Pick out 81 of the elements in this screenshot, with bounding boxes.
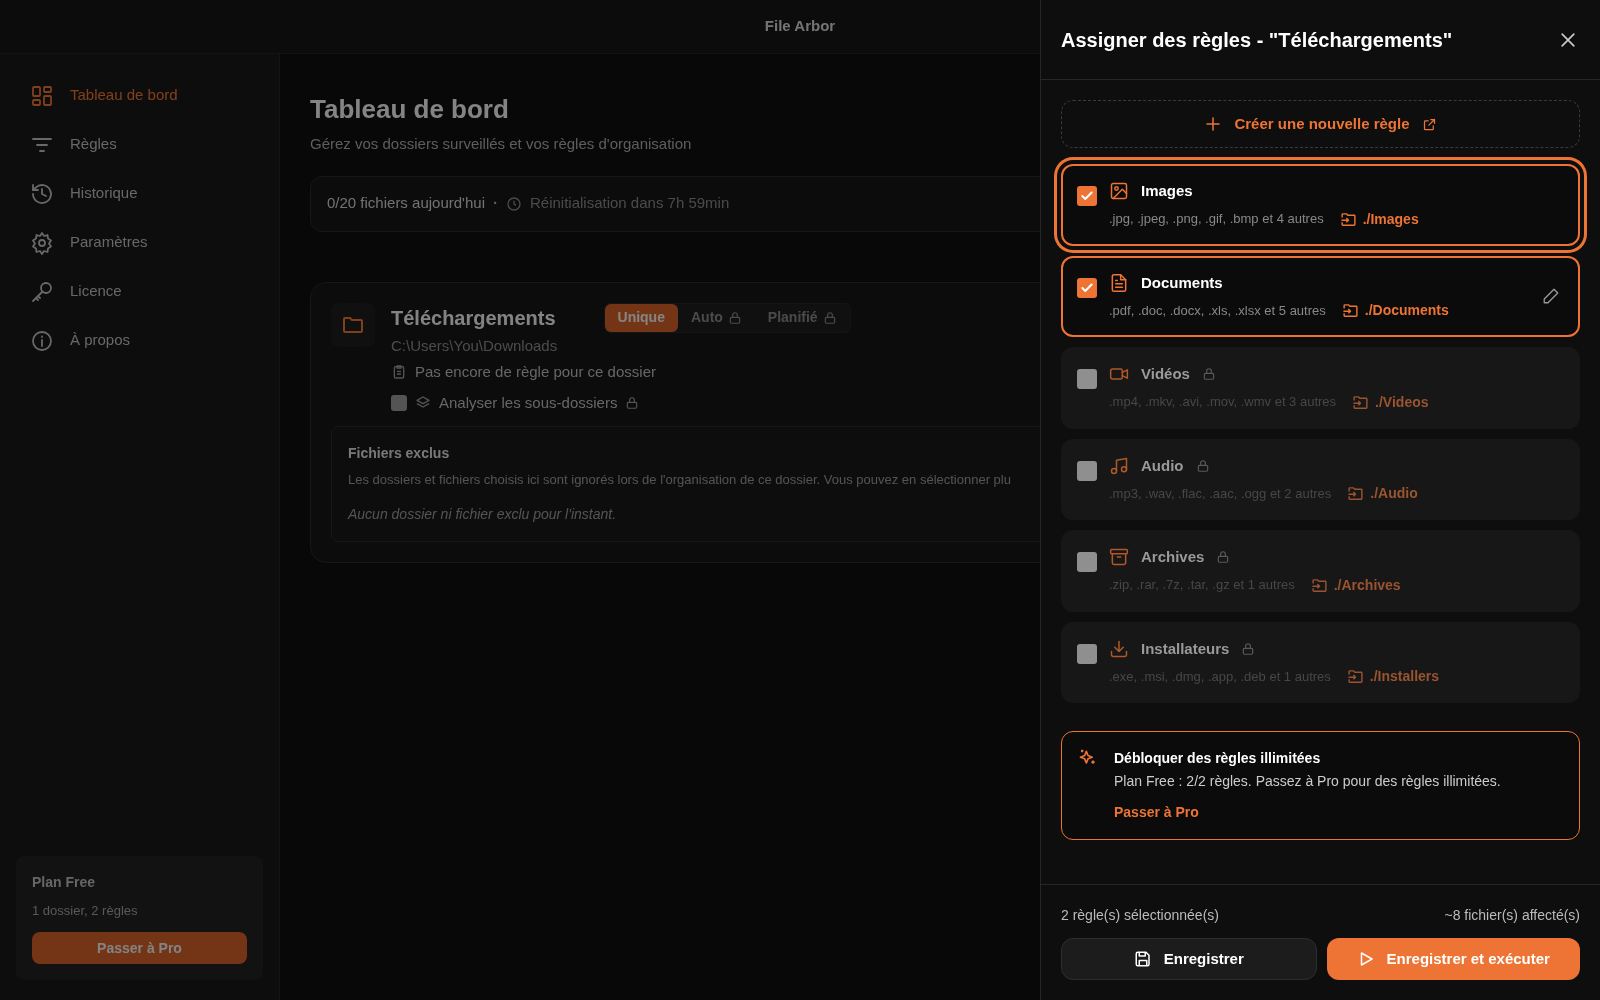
page-title: Tableau de bord — [310, 93, 510, 126]
folder-input-icon — [1310, 576, 1328, 594]
rule-destination: ./Videos — [1375, 392, 1429, 412]
rules-note: Pas encore de règle pour ce dossier — [415, 362, 656, 382]
rule-destination: ./Archives — [1333, 575, 1401, 595]
mode-tab[interactable]: Planifié — [754, 303, 850, 332]
plus-icon — [1204, 115, 1223, 133]
folder-input-icon — [1352, 393, 1370, 411]
sidebar-item[interactable]: Historique — [16, 172, 263, 215]
rule-extensions: .pdf, .doc, .docx, .xls, .xlsx et 5 autres — [1109, 301, 1326, 320]
selected-count: 2 règle(s) sélectionnée(s) — [1061, 906, 1219, 925]
rule-name: Documents — [1141, 272, 1223, 293]
grid-icon — [30, 83, 54, 108]
upgrade-button[interactable]: Passer à Pro — [32, 932, 247, 964]
sidebar-item[interactable]: Règles — [16, 123, 263, 166]
folder-icon — [331, 302, 375, 347]
files-today: 0/20 fichiers aujourd'hui — [327, 193, 485, 214]
upsell-title: Débloquer des règles illimitées — [1114, 749, 1322, 768]
rule-name: Images — [1141, 181, 1193, 201]
upgrade-link[interactable]: Passer à Pro — [1114, 802, 1199, 823]
info-icon — [30, 328, 54, 353]
reset-timer: Réinitialisation dans 7h 59min — [529, 193, 730, 214]
plan-title: Plan Free — [32, 872, 97, 892]
folder-name: Téléchargements — [391, 305, 556, 331]
rule-name: Installateurs — [1141, 638, 1230, 659]
rule-name: Vidéos — [1141, 364, 1190, 384]
rule-name: Audio — [1141, 455, 1184, 476]
clipboard-icon — [391, 364, 407, 381]
create-rule-button[interactable]: Créer une nouvelle règle — [1061, 100, 1580, 148]
mode-tab[interactable]: Unique — [604, 303, 678, 332]
sidebar-item[interactable]: Paramètres — [16, 221, 263, 264]
folder-input-icon — [1339, 210, 1357, 228]
rule-destination: ./Audio — [1370, 484, 1418, 503]
separator: · — [492, 193, 498, 214]
excluded-empty-note: Aucun dossier ni fichier exclu pour l'instant. — [348, 504, 617, 524]
app-title: File Arbor — [764, 16, 836, 37]
rule-checkbox[interactable] — [1077, 460, 1097, 481]
save-button[interactable]: Enregistrer — [1061, 938, 1317, 980]
key-icon — [30, 279, 54, 304]
subfolders-checkbox[interactable] — [391, 394, 407, 411]
rule-checkbox[interactable] — [1077, 186, 1097, 206]
download-icon — [1109, 638, 1129, 659]
plan-details: 1 dossier, 2 règles — [32, 901, 139, 920]
rule-card[interactable]: Documents .pdf, .doc, .docx, .xls, .xlsx et 5 autres ./Documents — [1061, 255, 1580, 337]
excluded-title: Fichiers exclus — [348, 444, 451, 463]
mode-tab[interactable]: Auto — [677, 303, 755, 332]
sidebar-item[interactable]: Licence — [16, 270, 263, 313]
rule-name: Archives — [1141, 547, 1205, 567]
checkmark-icon — [1080, 189, 1094, 203]
sidebar-item[interactable]: Tableau de bord — [16, 74, 263, 117]
upsell-text: Plan Free : 2/2 règles. Passez à Pro pour des règles illimitées. — [1114, 772, 1501, 791]
drawer-title: Assigner des règles - "Téléchargements" — [1061, 27, 1453, 53]
checkmark-icon — [1080, 280, 1094, 295]
sidebar-item[interactable]: À propos — [16, 319, 263, 362]
folder-input-icon — [1346, 668, 1364, 685]
affected-count: ~8 fichier(s) affecté(s) — [1444, 906, 1580, 925]
rule-checkbox[interactable] — [1077, 552, 1097, 572]
rule-destination: ./Images — [1362, 209, 1419, 229]
rule-destination: ./Installers — [1369, 667, 1440, 686]
page-subtitle: Gérez vos dossiers surveillés et vos règles d'organisation — [310, 134, 693, 154]
save-icon — [1133, 950, 1152, 968]
save-and-run-button[interactable]: Enregistrer et exécuter — [1326, 938, 1580, 980]
music-note-icon — [1109, 455, 1129, 476]
excluded-description: Les dossiers et fichiers choisis ici sont ignorés lors de l'organisation de ce dossier. Vous pouvez en sélectionner plu — [348, 471, 1011, 489]
rule-checkbox[interactable] — [1077, 277, 1097, 298]
external-link-icon — [1421, 116, 1437, 132]
edit-icon[interactable] — [1542, 287, 1560, 306]
document-icon — [1109, 272, 1129, 293]
rule-destination: ./Documents — [1364, 301, 1449, 320]
subfolders-label: Analyser les sous-dossiers — [439, 392, 618, 413]
archive-box-icon — [1109, 547, 1129, 568]
image-icon — [1109, 181, 1129, 202]
settings-icon — [30, 230, 54, 255]
history-icon — [30, 181, 54, 206]
folder-input-icon — [1347, 485, 1365, 502]
rule-extensions: .jpg, .jpeg, .png, .gif, .bmp et 4 autres — [1109, 210, 1324, 229]
folder-input-icon — [1341, 302, 1359, 319]
rule-checkbox[interactable] — [1077, 643, 1097, 664]
clock-icon — [505, 195, 522, 212]
folder-path: C:\Users\You\Downloads — [391, 335, 558, 356]
rule-checkbox[interactable] — [1077, 369, 1097, 389]
